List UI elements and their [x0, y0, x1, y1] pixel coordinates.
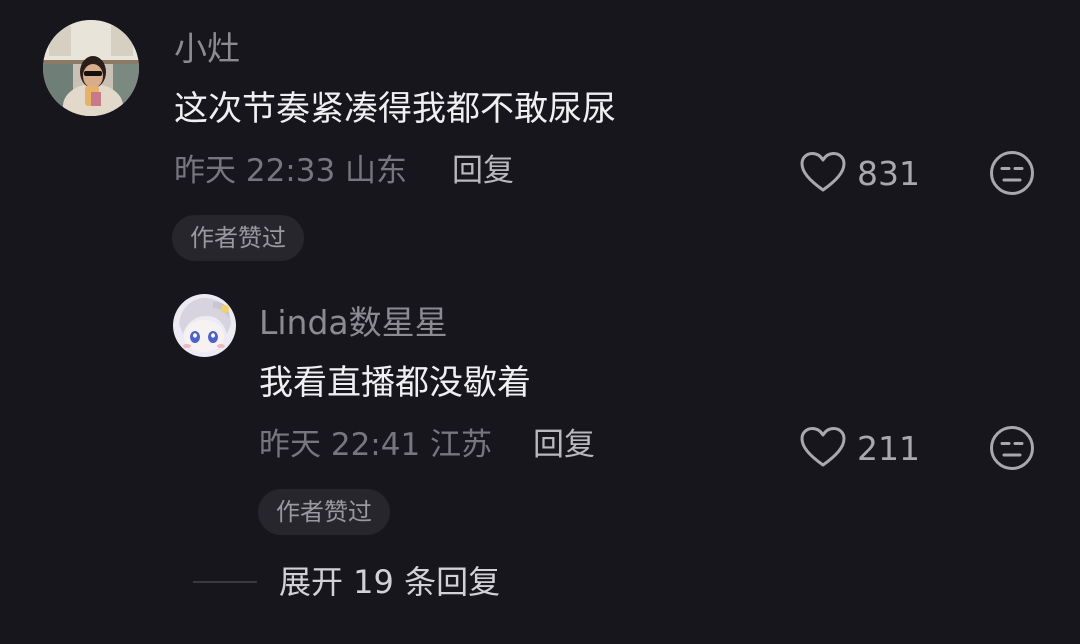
expand-replies-button[interactable]: 展开 19 条回复: [193, 560, 500, 604]
dislike-button[interactable]: [989, 425, 1035, 475]
reply-meta: 昨天 22:41 江苏: [259, 427, 493, 463]
like-button[interactable]: 831: [799, 151, 920, 197]
like-count: 831: [857, 154, 920, 193]
expand-divider: [193, 581, 257, 583]
unamused-face-icon: [989, 426, 1035, 475]
author-liked-badge: 作者赞过: [258, 489, 390, 535]
expand-replies-label: 展开 19 条回复: [279, 563, 501, 601]
unamused-face-icon: [989, 151, 1035, 200]
reply-button[interactable]: 回复: [452, 151, 514, 191]
author-liked-badge: 作者赞过: [172, 215, 304, 261]
dislike-button[interactable]: [989, 150, 1035, 200]
comment-item: 小灶 这次节奏紧凑得我都不敢尿尿 昨天 22:33 山东 回复 831 作者赞过: [0, 0, 1080, 270]
avatar[interactable]: [173, 294, 236, 357]
reply-username[interactable]: Linda数星星: [259, 303, 448, 343]
comment-meta: 昨天 22:33 山东: [174, 153, 408, 189]
reply-text: 我看直播都没歇着: [259, 363, 531, 403]
comment-text: 这次节奏紧凑得我都不敢尿尿: [174, 89, 616, 129]
like-button[interactable]: 211: [799, 426, 920, 472]
heart-outline-icon: [799, 426, 847, 472]
like-count: 211: [857, 429, 920, 468]
avatar[interactable]: [43, 20, 139, 116]
reply-button[interactable]: 回复: [533, 425, 595, 465]
heart-outline-icon: [799, 151, 847, 197]
comment-username[interactable]: 小灶: [174, 29, 240, 69]
reply-item: Linda数星星 我看直播都没歇着 昨天 22:41 江苏 回复 211 作者赞…: [0, 270, 1080, 540]
